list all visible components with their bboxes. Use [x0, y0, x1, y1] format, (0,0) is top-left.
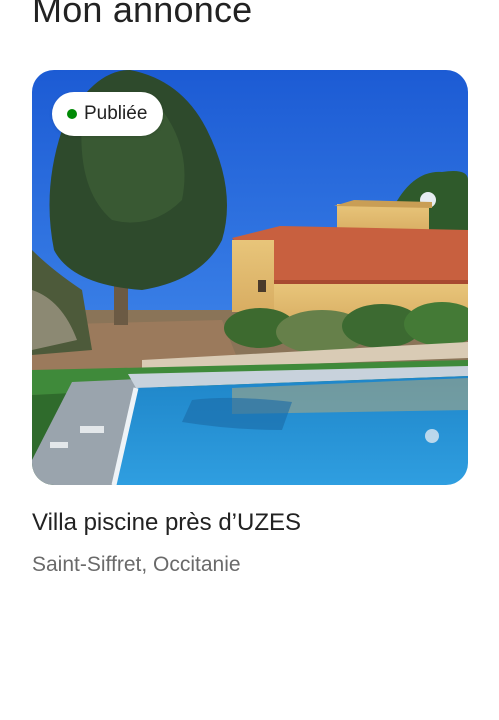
listing-title[interactable]: Villa piscine près d’UZES [32, 506, 301, 540]
listing-page: Mon annonce Publiée Villa piscine près d… [0, 0, 499, 720]
page-title: Mon annonce [32, 0, 253, 30]
published-status-dot-icon [67, 109, 77, 119]
listing-card[interactable]: Publiée [32, 70, 468, 485]
status-badge: Publiée [52, 92, 164, 136]
listing-location: Saint-Siffret, Occitanie [32, 553, 241, 576]
status-label: Publiée [84, 103, 148, 124]
